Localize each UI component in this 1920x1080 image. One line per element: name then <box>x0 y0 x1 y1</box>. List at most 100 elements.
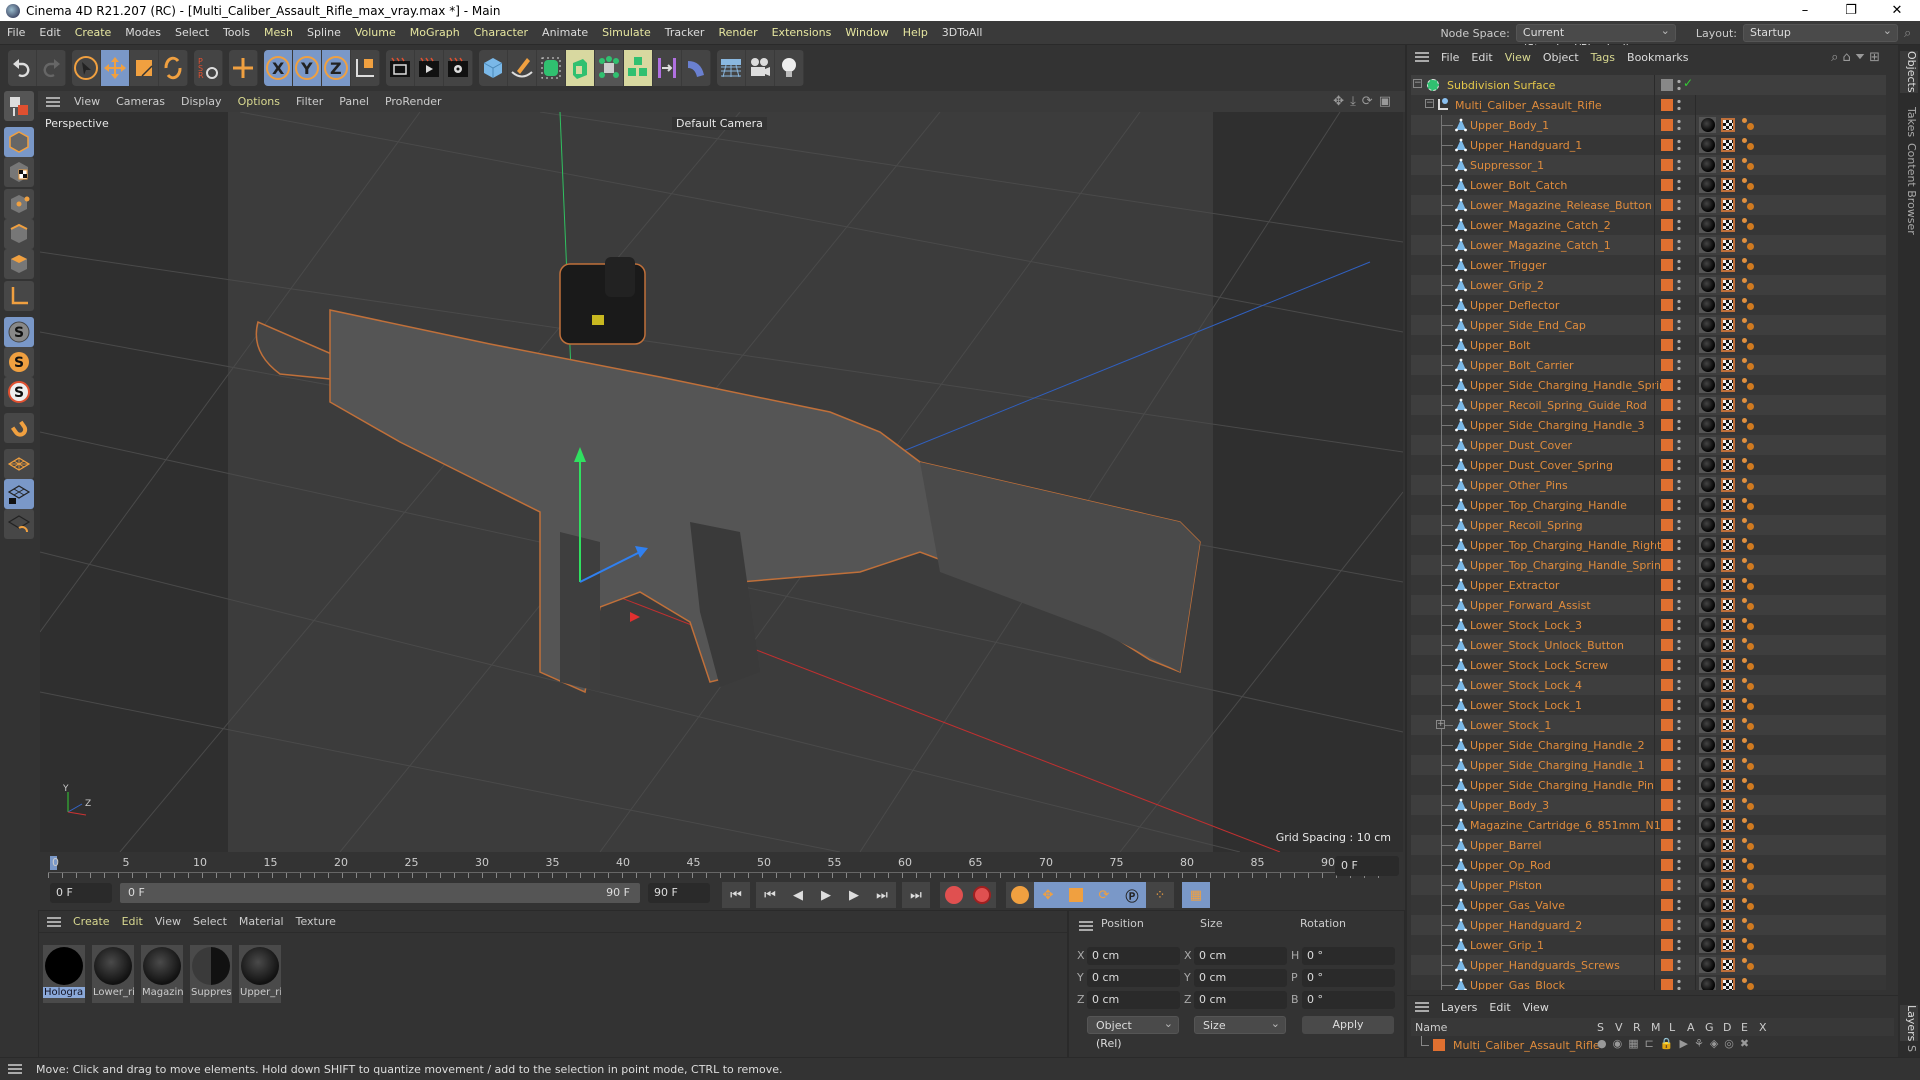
object-row[interactable]: Upper_Bolt_Carrier <box>1411 355 1886 375</box>
material-swatch[interactable]: Hologra <box>43 945 85 1003</box>
phong-tag-icon[interactable] <box>1741 557 1757 573</box>
phong-tag-icon[interactable] <box>1741 937 1757 953</box>
object-row[interactable]: Upper_Body_1 <box>1411 115 1886 135</box>
phong-tag-icon[interactable] <box>1741 377 1757 393</box>
texture-mode-icon[interactable] <box>4 157 34 187</box>
key-scale-icon[interactable] <box>1062 882 1090 908</box>
object-row[interactable]: Upper_Side_Charging_Handle_3 <box>1411 415 1886 435</box>
play-icon[interactable]: ▶ <box>812 882 840 908</box>
uvw-tag-icon[interactable] <box>1721 698 1735 712</box>
material-tag-icon[interactable] <box>1699 397 1716 413</box>
size-y-field[interactable]: 0 cm <box>1194 969 1287 987</box>
layer-swatch[interactable] <box>1661 879 1673 891</box>
make-editable-icon[interactable] <box>4 91 34 121</box>
uvw-tag-icon[interactable] <box>1721 278 1735 292</box>
viewport-menu-prorender[interactable]: ProRender <box>377 95 450 108</box>
solo-single-icon[interactable]: S <box>4 347 34 377</box>
material-tag-icon[interactable] <box>1699 177 1716 193</box>
uvw-tag-icon[interactable] <box>1721 818 1735 832</box>
edge-mode-icon[interactable] <box>4 219 34 249</box>
visibility-dots-icon[interactable] <box>1677 538 1681 552</box>
material-tag-icon[interactable] <box>1699 577 1716 593</box>
layer-swatch[interactable] <box>1661 579 1673 591</box>
viewport-menu-options[interactable]: Options <box>230 95 288 108</box>
layer-swatch[interactable] <box>1661 939 1673 951</box>
rotation-h-field[interactable]: 0 ° <box>1302 947 1395 965</box>
layer-swatch[interactable] <box>1661 619 1673 631</box>
phong-tag-icon[interactable] <box>1741 217 1757 233</box>
visibility-dots-icon[interactable] <box>1677 418 1681 432</box>
x-axis-icon[interactable]: X <box>264 50 293 86</box>
layer-swatch[interactable] <box>1661 119 1673 131</box>
visibility-dots-icon[interactable] <box>1677 738 1681 752</box>
material-tag-icon[interactable] <box>1699 637 1716 653</box>
material-tag-icon[interactable] <box>1699 977 1716 990</box>
uvw-tag-icon[interactable] <box>1721 978 1735 990</box>
phong-tag-icon[interactable] <box>1741 297 1757 313</box>
object-row[interactable]: Lower_Stock_Lock_Screw <box>1411 655 1886 675</box>
material-tag-icon[interactable] <box>1699 217 1716 233</box>
tab-takes[interactable]: Takes <box>1900 107 1918 137</box>
rotation-p-field[interactable]: 0 ° <box>1302 969 1395 987</box>
phong-tag-icon[interactable] <box>1741 777 1757 793</box>
material-tag-icon[interactable] <box>1699 437 1716 453</box>
3d-viewport[interactable]: Y Z Perspective Default Camera Grid Spac… <box>40 112 1403 852</box>
uvw-tag-icon[interactable] <box>1721 918 1735 932</box>
range-slider[interactable]: 0 F 90 F <box>120 883 640 903</box>
keyframe-selection-icon[interactable] <box>1006 882 1034 908</box>
y-axis-icon[interactable]: Y <box>293 50 322 86</box>
node-space-dropdown[interactable]: Current (Standard/Physical) <box>1515 23 1676 55</box>
material-tag-icon[interactable] <box>1699 337 1716 353</box>
menu-window[interactable]: Window <box>838 26 895 39</box>
phong-tag-icon[interactable] <box>1741 237 1757 253</box>
material-tag-icon[interactable] <box>1699 557 1716 573</box>
uvw-tag-icon[interactable] <box>1721 478 1735 492</box>
visibility-dots-icon[interactable] <box>1677 518 1681 532</box>
tab-objects[interactable]: Objects <box>1900 51 1918 93</box>
uvw-tag-icon[interactable] <box>1721 638 1735 652</box>
layer-swatch[interactable] <box>1661 259 1673 271</box>
visibility-dots-icon[interactable] <box>1677 718 1681 732</box>
visibility-dots-icon[interactable] <box>1677 298 1681 312</box>
layer-swatch[interactable] <box>1661 359 1673 371</box>
point-mode-icon[interactable] <box>4 189 34 219</box>
phong-tag-icon[interactable] <box>1741 277 1757 293</box>
material-tag-icon[interactable] <box>1699 817 1716 833</box>
material-tag-icon[interactable] <box>1699 197 1716 213</box>
layer-color-swatch[interactable] <box>1433 1039 1445 1051</box>
layer-swatch[interactable] <box>1661 979 1673 990</box>
size-x-field[interactable]: 0 cm <box>1194 947 1287 965</box>
uvw-tag-icon[interactable] <box>1721 738 1735 752</box>
key-parameter-icon[interactable]: Ⓟ <box>1118 882 1146 908</box>
workplane-lock-icon[interactable] <box>4 479 34 509</box>
layer-toggle-icons[interactable]: ●◉▦⊏🔒▶⚘◈◎✖ <box>1597 1037 1755 1050</box>
uvw-tag-icon[interactable] <box>1721 418 1735 432</box>
mograph-fracture-icon[interactable] <box>624 50 653 86</box>
layer-swatch[interactable] <box>1661 499 1673 511</box>
material-tag-icon[interactable] <box>1699 537 1716 553</box>
layer-swatch[interactable] <box>1661 479 1673 491</box>
previous-frame-icon[interactable]: ◀ <box>784 882 812 908</box>
material-tag-icon[interactable] <box>1699 457 1716 473</box>
material-tag-icon[interactable] <box>1699 417 1716 433</box>
key-pla-icon[interactable]: ⁘ <box>1146 882 1174 908</box>
menu-tools[interactable]: Tools <box>216 26 257 39</box>
phong-tag-icon[interactable] <box>1741 617 1757 633</box>
object-row[interactable]: Upper_Top_Charging_Handle_Right <box>1411 535 1886 555</box>
material-tag-icon[interactable] <box>1699 917 1716 933</box>
object-row-group[interactable]: − Multi_Caliber_Assault_Rifle <box>1411 95 1886 115</box>
uvw-tag-icon[interactable] <box>1721 898 1735 912</box>
layout-dropdown[interactable]: Startup <box>1743 23 1898 42</box>
layer-swatch[interactable] <box>1661 679 1673 691</box>
menu-mograph[interactable]: MoGraph <box>403 26 467 39</box>
uvw-tag-icon[interactable] <box>1721 298 1735 312</box>
object-row[interactable]: Upper_Dust_Cover <box>1411 435 1886 455</box>
layer-swatch[interactable] <box>1661 739 1673 751</box>
uvw-tag-icon[interactable] <box>1721 538 1735 552</box>
uvw-tag-icon[interactable] <box>1721 658 1735 672</box>
solo-off-icon[interactable]: S <box>4 317 34 347</box>
material-tag-icon[interactable] <box>1699 317 1716 333</box>
z-axis-icon[interactable]: Z <box>322 50 351 86</box>
object-row[interactable]: Upper_Forward_Assist <box>1411 595 1886 615</box>
timeline-window-icon[interactable]: ▦ <box>1182 882 1210 908</box>
